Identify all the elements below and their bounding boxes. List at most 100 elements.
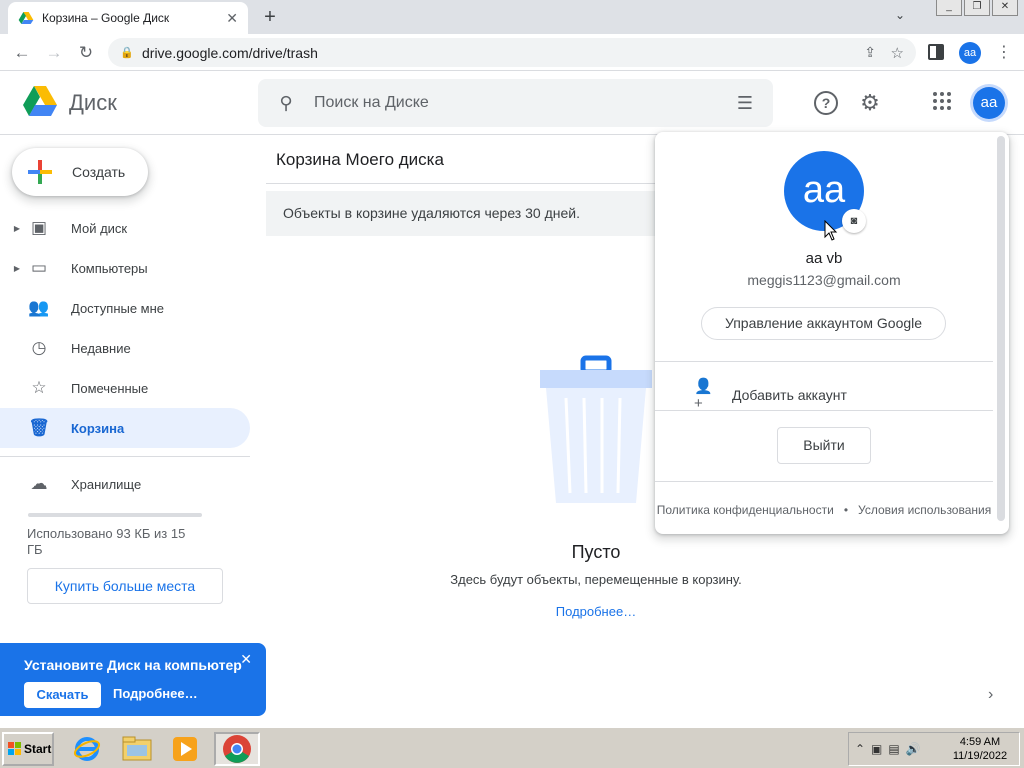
computers-icon: ▭ [30, 258, 48, 277]
storage-used-text: Использовано 93 КБ из 15 ГБ [27, 526, 186, 557]
clock-icon: ◷ [31, 338, 47, 357]
footer-separator: • [843, 503, 849, 517]
forward-arrow-icon[interactable]: → [42, 41, 66, 65]
restore-button[interactable]: ❐ [964, 0, 990, 16]
browser-tab-strip: Корзина – Google Диск ✕ + ⌄ _ ❐ ✕ [0, 0, 1024, 34]
sidebar-item-shared[interactable]: 👥 Доступные мне [0, 288, 250, 328]
star-icon: ☆ [31, 378, 47, 397]
search-icon[interactable]: ⚲ [258, 93, 314, 114]
browser-tab[interactable]: Корзина – Google Диск ✕ [8, 2, 248, 34]
sidebar-item-storage[interactable]: ☁ Хранилище [0, 464, 250, 504]
file-explorer-icon[interactable] [118, 732, 156, 766]
sidebar-item-label: Компьютеры [71, 260, 148, 276]
windows-logo-icon [8, 742, 21, 755]
sidebar-item-my-drive[interactable]: ▶ ▣ Мой диск [0, 208, 250, 248]
minimize-button[interactable]: _ [936, 0, 962, 16]
add-person-icon: 👤+ [694, 378, 713, 412]
sidebar: Создать ▶ ▣ Мой диск ▶ ▭ Компьютеры 👥 До… [0, 136, 266, 726]
page-title: Корзина Моего диска [276, 150, 444, 169]
side-panel-icon[interactable] [928, 44, 944, 60]
sidebar-item-label: Мой диск [71, 220, 128, 236]
reload-icon[interactable]: ↻ [74, 41, 98, 65]
sidebar-item-recent[interactable]: ◷ Недавние [0, 328, 250, 368]
system-tray: ⌃▣▤🔊 4:59 AM 11/19/2022 [848, 732, 1020, 766]
address-bar[interactable]: 🔒 drive.google.com/drive/trash ⇪ ☆ [108, 38, 916, 67]
empty-trash-illustration [540, 355, 652, 503]
promo-more-link[interactable]: Подробнее… [113, 686, 198, 701]
chrome-taskbar-icon[interactable] [214, 732, 260, 766]
sidebar-item-trash[interactable]: 🗑 Корзина [0, 408, 250, 448]
account-popup: aa ◙ aa vb meggis1123@gmail.com Управлен… [655, 132, 1009, 534]
sidebar-item-label: Доступные мне [71, 300, 165, 316]
empty-state-description: Здесь будут объекты, перемещенные в корз… [450, 572, 742, 587]
start-button[interactable]: Start [2, 732, 54, 766]
clock-date: 11/19/2022 [952, 750, 1008, 762]
account-avatar-button[interactable]: aa [973, 87, 1005, 119]
sidebar-divider [0, 456, 250, 457]
start-label: Start [24, 742, 52, 756]
clock[interactable]: 4:59 AM 11/19/2022 [945, 735, 1015, 763]
browser-profile-avatar[interactable]: aa [959, 42, 981, 64]
settings-gear-icon[interactable]: ⚙ [858, 91, 882, 115]
new-tab-button[interactable]: + [258, 5, 282, 29]
terms-link[interactable]: Условия использования [858, 503, 991, 517]
privacy-policy-link[interactable]: Политика конфиденциальности [657, 503, 834, 517]
promo-download-button[interactable]: Скачать [24, 682, 101, 708]
popup-divider [655, 361, 993, 362]
apps-grid-icon [933, 92, 951, 110]
logout-button[interactable]: Выйти [777, 427, 871, 464]
tab-search-chevron-icon[interactable]: ⌄ [895, 8, 905, 22]
buy-storage-button[interactable]: Купить больше места [27, 568, 223, 604]
bookmark-star-icon[interactable]: ☆ [891, 44, 904, 62]
add-account-label: Добавить аккаунт [732, 386, 847, 403]
side-panel-expand-icon[interactable]: › [988, 686, 993, 704]
sidebar-item-computers[interactable]: ▶ ▭ Компьютеры [0, 248, 250, 288]
clock-time: 4:59 AM [959, 736, 1001, 748]
help-icon[interactable]: ? [814, 91, 838, 115]
drive-favicon-icon [18, 12, 34, 24]
expand-arrow-icon[interactable]: ▶ [10, 264, 24, 273]
mouse-cursor-icon [824, 220, 838, 241]
window-controls: _ ❐ ✕ [936, 0, 1018, 16]
search-options-icon[interactable]: ☰ [717, 93, 773, 114]
share-icon[interactable]: ⇪ [864, 44, 876, 61]
plus-icon [28, 160, 52, 184]
internet-explorer-icon[interactable] [68, 732, 106, 766]
storage-usage-bar [28, 513, 202, 517]
sidebar-item-starred[interactable]: ☆ Помеченные [0, 368, 250, 408]
media-player-icon[interactable] [166, 732, 204, 766]
tab-close-icon[interactable]: ✕ [226, 10, 238, 27]
add-account-button[interactable]: 👤+ Добавить аккаунт [694, 377, 847, 412]
drive-logo-icon[interactable] [22, 85, 58, 117]
back-arrow-icon[interactable]: ← [10, 41, 34, 65]
url-text: drive.google.com/drive/trash [142, 44, 318, 61]
account-email: meggis1123@gmail.com [747, 272, 901, 288]
cloud-icon: ☁ [30, 474, 48, 493]
window-close-button[interactable]: ✕ [992, 0, 1018, 16]
manage-account-button[interactable]: Управление аккаунтом Google [701, 307, 946, 340]
google-apps-icon[interactable] [930, 91, 954, 115]
search-input[interactable]: Поиск на Диске [314, 94, 717, 112]
promo-title: Установите Диск на компьютер [24, 657, 242, 673]
trash-icon: 🗑 [28, 418, 50, 437]
create-button[interactable]: Создать [12, 148, 148, 196]
tray-icons[interactable]: ⌃▣▤🔊 [855, 742, 927, 756]
drive-logo-text[interactable]: Диск [69, 90, 117, 116]
install-drive-promo: Установите Диск на компьютер ✕ Скачать П… [0, 643, 266, 716]
sidebar-item-label: Недавние [71, 340, 131, 356]
drive-header: Диск ⚲ Поиск на Диске ☰ ? ⚙ aa [0, 71, 1024, 135]
popup-footer-links: Политика конфиденциальности • Условия ис… [655, 501, 993, 520]
search-box[interactable]: ⚲ Поиск на Диске ☰ [258, 79, 773, 127]
browser-menu-icon[interactable]: ⋮ [996, 42, 1012, 62]
empty-state-learn-more-link[interactable]: Подробнее… [266, 604, 926, 619]
expand-arrow-icon[interactable]: ▶ [10, 224, 24, 233]
popup-scrollbar[interactable] [997, 136, 1005, 521]
windows-taskbar: Start ⌃▣▤🔊 4:59 AM 11/19/2022 [0, 726, 1024, 768]
create-label: Создать [72, 164, 126, 180]
lock-icon: 🔒 [120, 47, 134, 59]
camera-icon[interactable]: ◙ [842, 209, 866, 233]
promo-close-icon[interactable]: ✕ [240, 651, 252, 668]
browser-toolbar: ← → ↻ 🔒 drive.google.com/drive/trash ⇪ ☆… [0, 34, 1024, 71]
sidebar-item-label: Корзина [71, 420, 125, 436]
sidebar-item-label: Помеченные [71, 380, 149, 396]
